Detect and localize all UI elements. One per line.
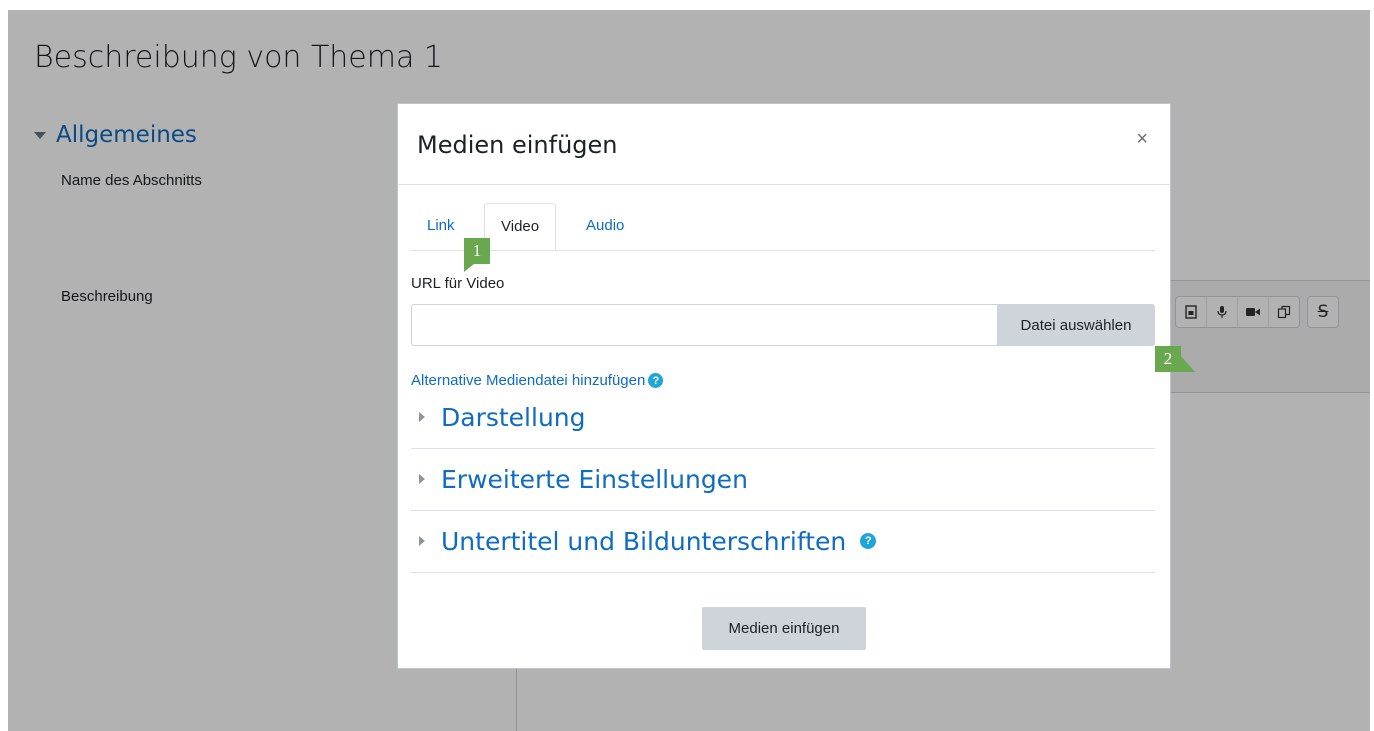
- section-subtitles-captions-label[interactable]: Untertitel und Bildunterschriften: [441, 527, 846, 556]
- annotation-marker-2-label: 2: [1163, 349, 1173, 368]
- dialog-title: Medien einfügen: [417, 131, 618, 159]
- section-darstellung-label[interactable]: Darstellung: [441, 403, 586, 432]
- caret-right-icon: [419, 474, 425, 484]
- caret-right-icon: [419, 412, 425, 422]
- insert-media-button[interactable]: Medien einfügen: [702, 607, 866, 650]
- video-url-label: URL für Video: [411, 275, 505, 292]
- annotation-marker-1-label: 1: [472, 241, 482, 260]
- tab-link[interactable]: Link: [411, 203, 471, 249]
- section-advanced-settings[interactable]: Erweiterte Einstellungen: [411, 448, 1155, 511]
- media-tabs: Link Video Audio: [411, 203, 1155, 251]
- section-advanced-settings-label[interactable]: Erweiterte Einstellungen: [441, 465, 748, 494]
- tab-audio[interactable]: Audio: [570, 203, 640, 249]
- section-darstellung[interactable]: Darstellung: [411, 386, 1155, 449]
- section-subtitles-captions[interactable]: Untertitel und Bildunterschriften ?: [411, 510, 1155, 573]
- video-url-input[interactable]: [411, 304, 997, 346]
- dialog-header: Medien einfügen ×: [398, 104, 1170, 185]
- annotation-marker-2: 2: [1155, 346, 1195, 380]
- close-icon[interactable]: ×: [1136, 128, 1148, 151]
- annotation-marker-1: 1: [464, 238, 498, 272]
- insert-media-dialog: Medien einfügen × Link Video Audio URL f…: [397, 103, 1171, 669]
- caret-right-icon: [419, 536, 425, 546]
- help-icon[interactable]: ?: [860, 533, 877, 549]
- choose-file-button[interactable]: Datei auswählen: [997, 304, 1155, 346]
